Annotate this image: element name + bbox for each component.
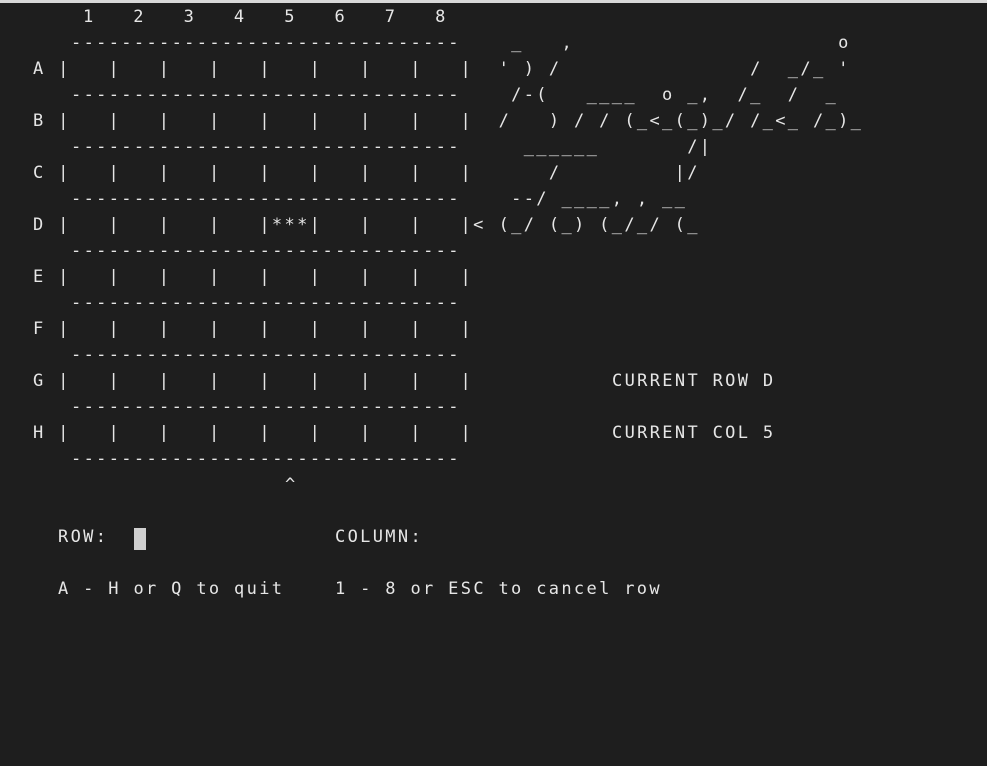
banner-art-line: _ , o	[486, 33, 851, 53]
grid-separator: -------------------------------	[71, 241, 461, 261]
banner-art-line: / |/	[486, 163, 700, 183]
grid-row-g: G | | | | | | | | |	[33, 371, 474, 391]
banner-art-line: /-( ____ o _, /_ / _	[486, 85, 839, 105]
grid-row-h: H | | | | | | | | |	[33, 423, 474, 443]
grid-row-f: F | | | | | | | | |	[33, 319, 474, 339]
column-label: COLUMN:	[335, 527, 424, 547]
grid-separator: -------------------------------	[71, 449, 461, 469]
grid-separator: -------------------------------	[71, 345, 461, 365]
current-col-status: CURRENT COL 5	[612, 423, 776, 443]
grid-row-b: B | | | | | | | | |	[33, 111, 474, 131]
row-help-text: A - H or Q to quit	[58, 579, 285, 599]
grid-row-c: C | | | | | | | | |	[33, 163, 474, 183]
grid-row-d: D | | | | |***| | | |<	[33, 215, 486, 235]
grid-separator: -------------------------------	[71, 397, 461, 417]
grid-row-a: A | | | | | | | | |	[33, 59, 474, 79]
current-row-status: CURRENT ROW D	[612, 371, 776, 391]
grid-separator: -------------------------------	[71, 293, 461, 313]
text-cursor	[134, 528, 146, 550]
row-label: ROW:	[58, 527, 109, 547]
grid-separator: -------------------------------	[71, 137, 461, 157]
grid-separator: -------------------------------	[71, 189, 461, 209]
banner-art-line: --/ ____, , __	[486, 189, 688, 209]
column-header: 1 2 3 4 5 6 7 8	[83, 7, 448, 27]
column-help-text: 1 - 8 or ESC to cancel row	[335, 579, 662, 599]
grid-separator: -------------------------------	[71, 33, 461, 53]
grid-row-e: E | | | | | | | | |	[33, 267, 474, 287]
banner-art-line: (_/ (_) (_/_/ (_	[486, 215, 700, 235]
banner-art-line: ______ /|	[486, 137, 713, 157]
banner-art-line: ' ) / / _/_ '	[486, 59, 851, 79]
column-marker: ^	[285, 475, 298, 495]
grid-separator: -------------------------------	[71, 85, 461, 105]
banner-art-line: / ) / / (_<_(_)_/ /_<_ /_)_	[486, 111, 864, 131]
